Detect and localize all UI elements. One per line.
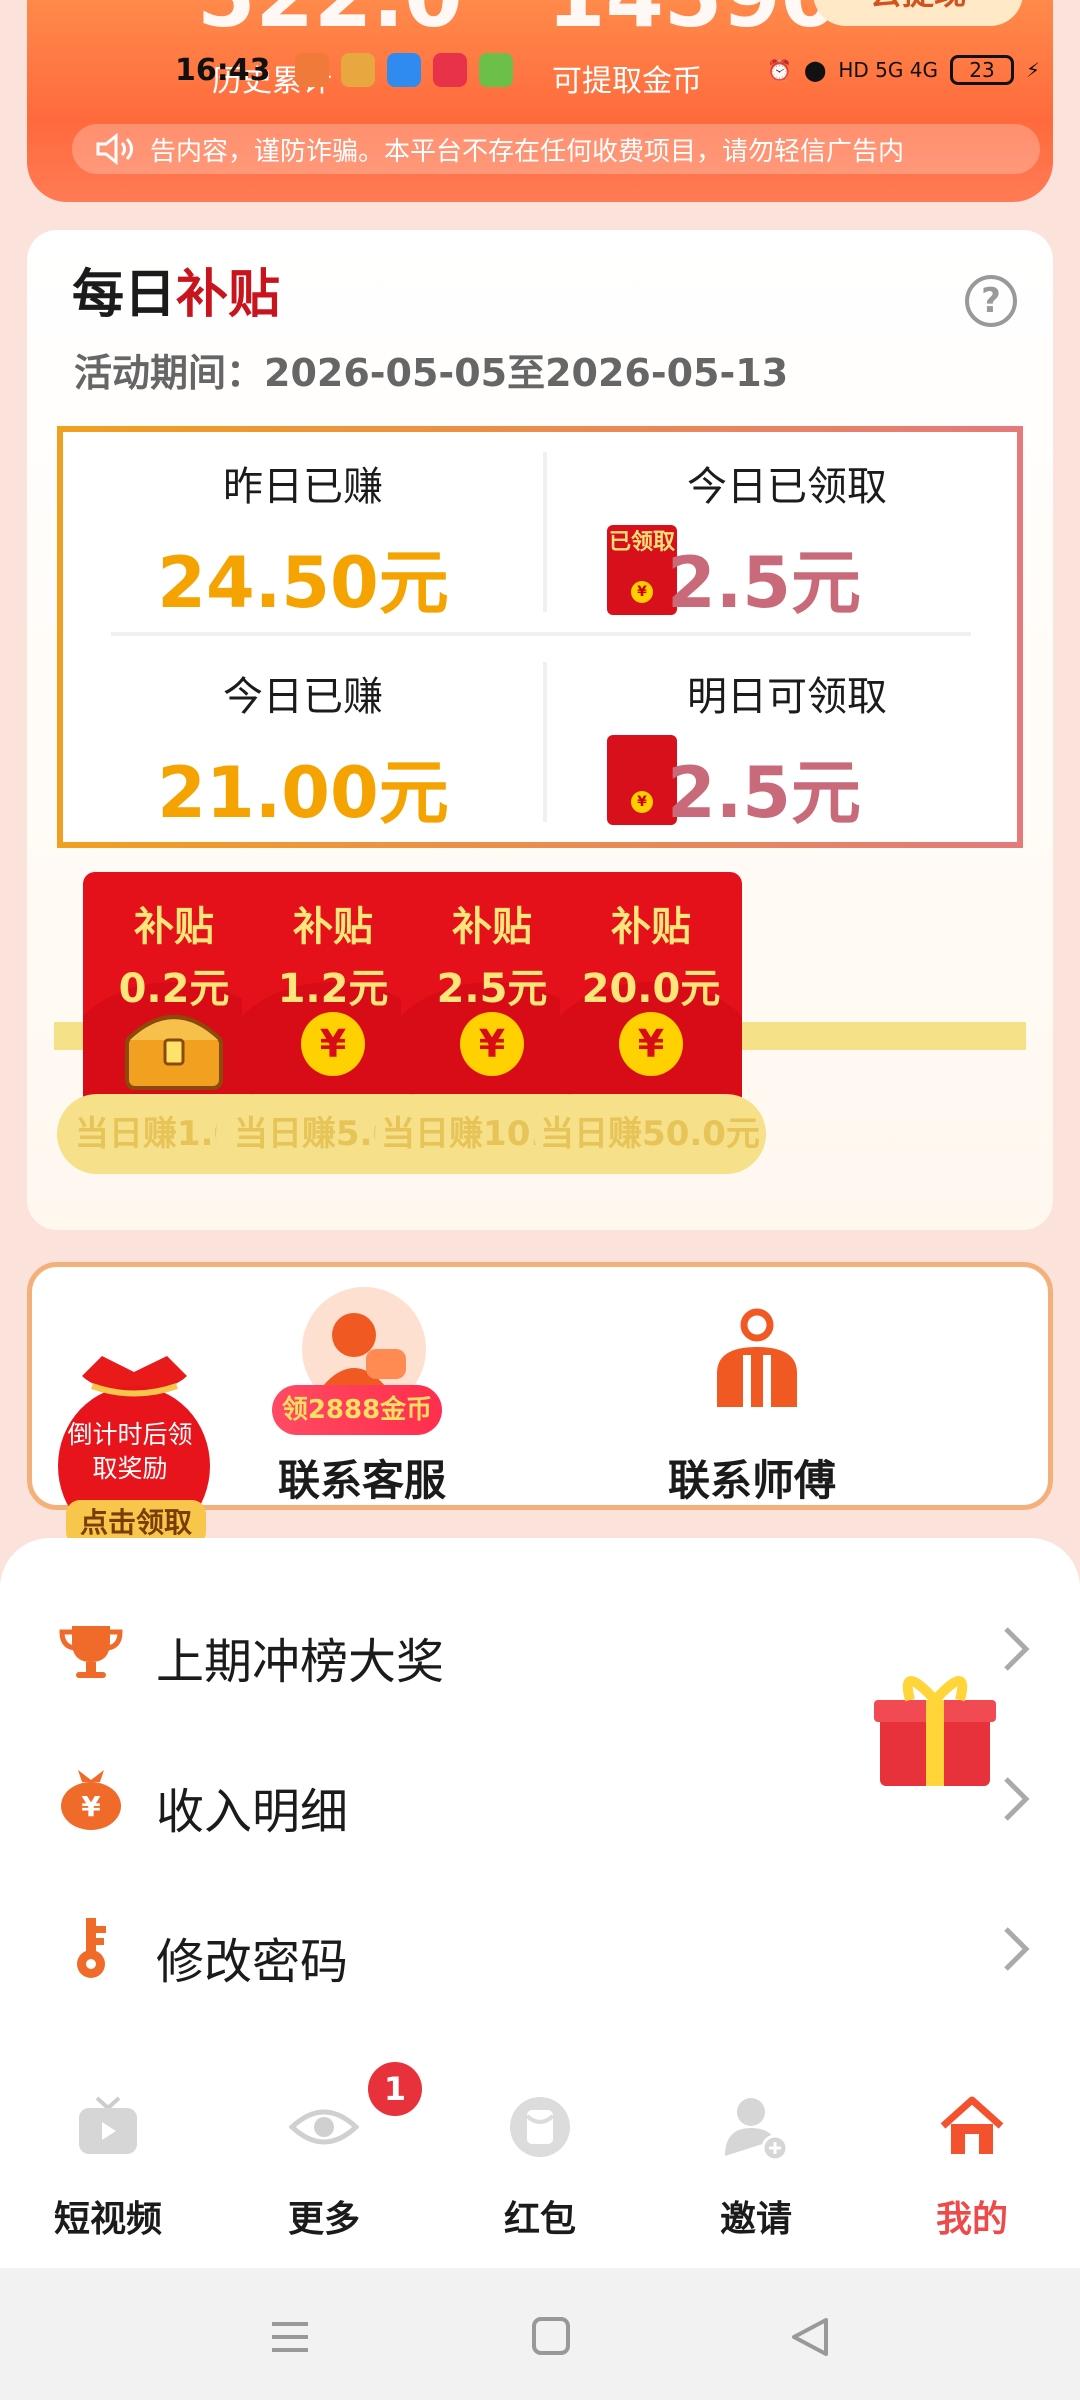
- withdraw-button[interactable]: 去提现: [813, 0, 1023, 26]
- chevron-right-icon: [1004, 1777, 1030, 1821]
- notification-icons: [294, 53, 513, 87]
- location-icon: ⬤: [803, 58, 827, 82]
- contact-mentor-label[interactable]: 联系师傅: [602, 1447, 902, 1508]
- charging-icon: ⚡: [1025, 58, 1040, 82]
- menu-label: 收入明细: [156, 1784, 349, 1840]
- app-notification-icon: [386, 53, 421, 87]
- notice-text: 告内容，谨防诈骗。本平台不存在任何收费项目，请勿轻信广告内: [150, 136, 905, 167]
- today-claimed: 今日已领取 已领取 ¥ 2.5元: [547, 432, 1027, 632]
- speaker-icon: [96, 133, 133, 165]
- subsidy-envelope-3[interactable]: 补贴 2.5元 ¥: [401, 872, 583, 1116]
- bag-countdown-text: 倒计时后领取奖励: [67, 1420, 193, 1483]
- battery-icon: 23: [949, 55, 1014, 85]
- home-icon: [940, 2096, 1004, 2154]
- subsidy-tiers: 补贴 0.2元 补贴 1.2元 ¥ 补贴 2.5元 ¥ 补贴 20.0元 ¥ 当…: [27, 870, 1053, 1174]
- home-button-icon[interactable]: [520, 2312, 580, 2362]
- daily-title-part1: 每日: [72, 265, 177, 325]
- today-claimed-value: 2.5元: [667, 542, 862, 624]
- yuan-coin-icon: ¥: [460, 1012, 524, 1076]
- gift-box-icon[interactable]: [870, 1652, 1000, 1792]
- tab-label: 我的: [935, 2199, 1008, 2240]
- chevron-right-icon: [1004, 1627, 1030, 1671]
- money-bag-icon: ¥: [61, 1770, 121, 1830]
- envelope-amount: 20.0元: [581, 966, 721, 1012]
- trophy-icon: [59, 1626, 123, 1678]
- app-notification-icon: [478, 53, 513, 87]
- envelope-title: 补贴: [452, 904, 532, 950]
- network-indicator: HD 5G 4G: [838, 58, 938, 82]
- yuan-coin-icon: ¥: [619, 1012, 683, 1076]
- tab-mine[interactable]: 我的: [872, 2092, 1072, 2242]
- daily-title-part2: 补贴: [176, 265, 281, 325]
- app-notification-icon: [294, 53, 329, 87]
- envelope-amount: 2.5元: [436, 966, 548, 1012]
- cs-reward-badge: 领2888金币: [272, 1385, 442, 1435]
- treasure-chest-icon: [125, 1015, 223, 1090]
- menu-item-change-password[interactable]: 修改密码: [0, 1874, 1080, 2024]
- menu-label: 修改密码: [156, 1934, 349, 1990]
- subsidy-envelope-2[interactable]: 补贴 1.2元 ¥: [242, 872, 424, 1116]
- system-nav-bar: [0, 2268, 1080, 2400]
- tomorrow-claimable: 明日可领取 ¥ 2.5元: [547, 642, 1027, 842]
- tomorrow-label: 明日可领取: [687, 674, 887, 720]
- yesterday-earned-value: 24.50元: [157, 542, 449, 624]
- today-earned-label: 今日已赚: [223, 674, 383, 720]
- yesterday-earned: 昨日已赚 24.50元: [63, 432, 543, 632]
- app-notification-icon: [432, 53, 467, 87]
- menu-label: 上期冲榜大奖: [156, 1634, 445, 1690]
- subsidy-envelope-1[interactable]: 补贴 0.2元: [83, 872, 265, 1116]
- tab-label: 红包: [503, 2199, 576, 2240]
- tab-short-video[interactable]: 短视频: [8, 2092, 208, 2242]
- earn-requirement: 当日赚50.0元: [534, 1094, 766, 1174]
- period-value: 2026-05-05至2026-05-13: [264, 351, 789, 395]
- tab-label: 短视频: [53, 2199, 162, 2240]
- envelope-title: 补贴: [611, 904, 691, 950]
- daily-title: 每日补贴: [72, 252, 280, 327]
- daily-subsidy-card: 每日补贴 ? 活动期间：2026-05-05至2026-05-13 昨日已赚 2…: [27, 230, 1053, 1230]
- invite-user-icon: [725, 2098, 789, 2162]
- key-icon: [77, 1918, 106, 1978]
- today-claimed-label: 今日已领取: [687, 464, 887, 510]
- yesterday-earned-label: 昨日已赚: [223, 464, 383, 510]
- app-notification-icon: [340, 53, 375, 87]
- envelope-amount: 1.2元: [277, 966, 389, 1012]
- chevron-right-icon: [1004, 1927, 1030, 1971]
- contact-service-label[interactable]: 联系客服: [212, 1447, 512, 1508]
- notice-bar[interactable]: 告内容，谨防诈骗。本平台不存在任何收费项目，请勿轻信广告内: [72, 124, 1040, 174]
- period-label: 活动期间：: [74, 351, 265, 395]
- envelope-title: 补贴: [134, 904, 214, 950]
- divider: [111, 632, 971, 636]
- subsidy-envelope-4[interactable]: 补贴 20.0元 ¥: [560, 872, 742, 1116]
- tv-icon: [79, 2096, 137, 2154]
- tab-red-packet[interactable]: 红包: [440, 2092, 640, 2242]
- tab-label: 邀请: [719, 2199, 792, 2240]
- svg-text:¥: ¥: [81, 1790, 101, 1823]
- back-icon[interactable]: [780, 2312, 840, 2362]
- yuan-coin-icon: ¥: [301, 1012, 365, 1076]
- stats-box: 昨日已赚 24.50元 今日已领取 已领取 ¥ 2.5元 今日已赚 21.00元…: [57, 426, 1023, 848]
- alarm-icon: ⏰: [767, 58, 792, 82]
- bottom-tab-bar: 短视频 更多 红包 邀请 我的: [0, 2042, 1080, 2268]
- today-earned-value: 21.00元: [157, 752, 449, 834]
- help-icon[interactable]: ?: [965, 275, 1017, 327]
- today-earned: 今日已赚 21.00元: [63, 642, 543, 842]
- tab-label: 更多: [287, 2199, 360, 2240]
- tomorrow-value: 2.5元: [667, 752, 862, 834]
- header-card: 522.0 14590 去提现 历史累计 可提取金币 告内容，谨防诈骗。本平台不…: [27, 0, 1053, 202]
- activity-period: 活动期间：2026-05-05至2026-05-13: [74, 342, 788, 397]
- notification-badge: 1: [368, 2062, 422, 2116]
- menu-icon[interactable]: [260, 2312, 320, 2362]
- mentor-icon[interactable]: [702, 1307, 812, 1417]
- envelope-title: 补贴: [293, 904, 373, 950]
- status-bar: 16:43 ⏰ ⬤ HD 5G 4G 23 ⚡: [0, 40, 1080, 100]
- status-time: 16:43: [175, 52, 271, 88]
- tab-invite[interactable]: 邀请: [656, 2092, 856, 2242]
- status-right: ⏰ ⬤ HD 5G 4G 23 ⚡: [767, 55, 1040, 85]
- eye-icon: [289, 2109, 359, 2145]
- red-packet-icon: [510, 2097, 570, 2157]
